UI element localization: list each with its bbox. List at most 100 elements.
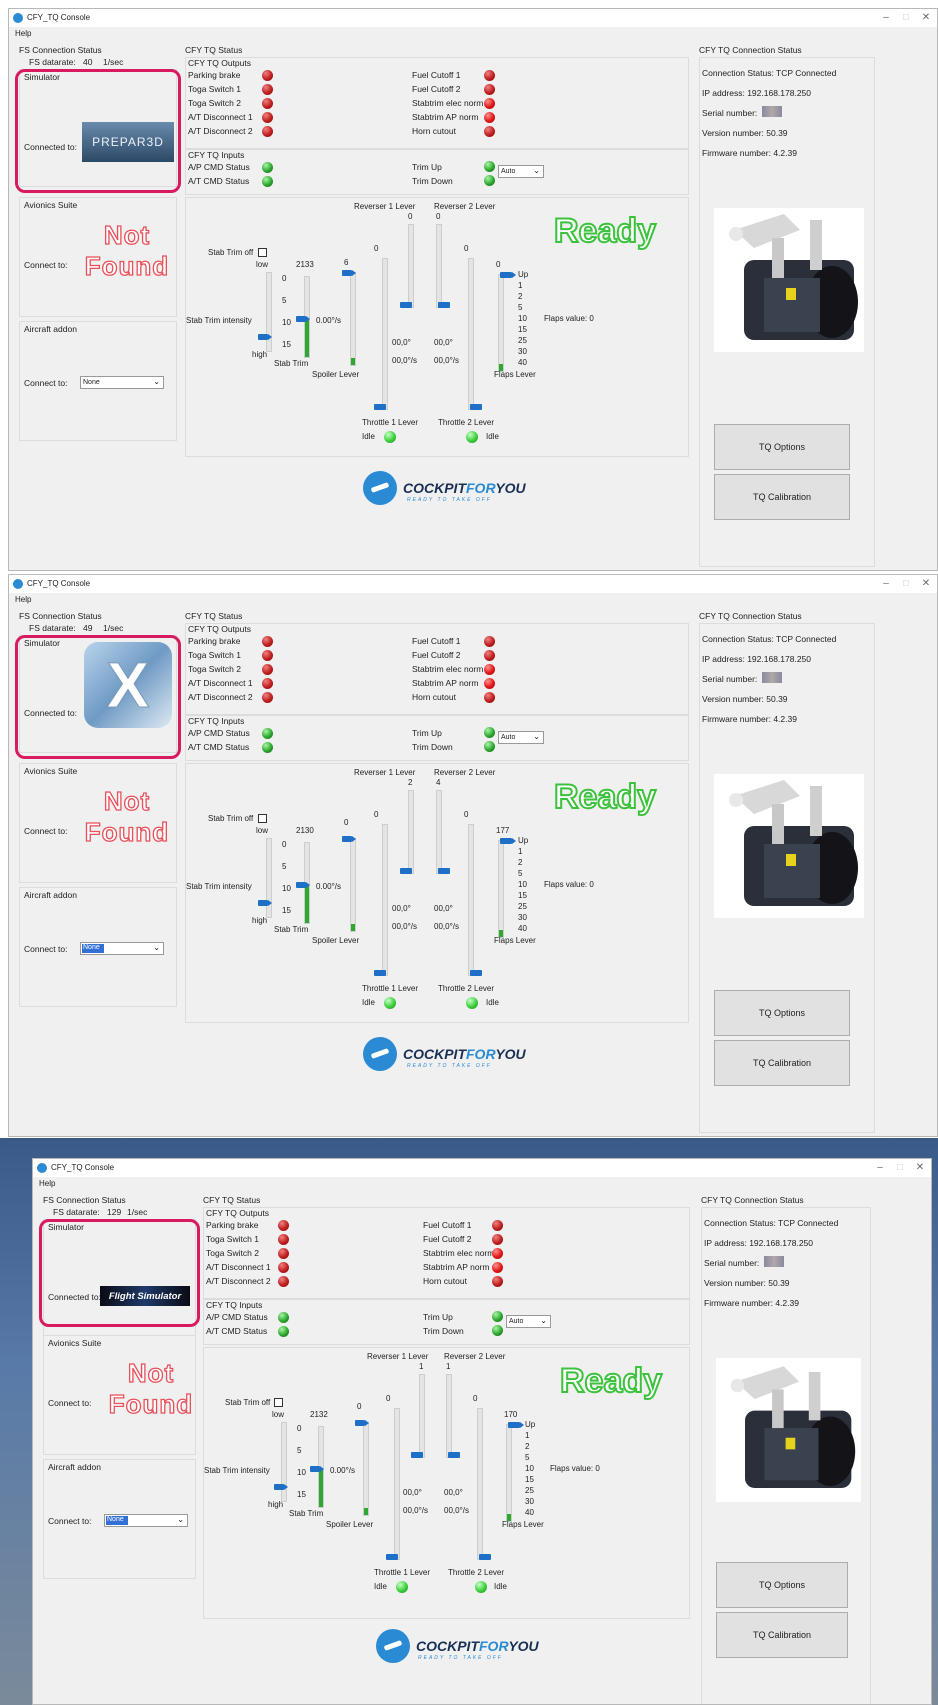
tq-calibration-button[interactable]: TQ Calibration xyxy=(714,474,850,520)
minimize-button[interactable]: – xyxy=(879,12,893,23)
throttle1-slider[interactable] xyxy=(382,824,388,976)
throttle1-rate: 00,0°/s xyxy=(392,356,417,365)
flaps-slider[interactable] xyxy=(498,274,504,372)
slider-thumb[interactable] xyxy=(274,1484,288,1490)
throttle1-rate: 00,0°/s xyxy=(403,1506,428,1515)
aircraft-connect-label: Connect to: xyxy=(24,944,68,954)
reverser2-slider[interactable] xyxy=(446,1374,452,1458)
chevron-down-icon: ⌄ xyxy=(153,377,160,386)
fs-datarate-label: FS datarate: xyxy=(29,623,76,633)
status-led xyxy=(262,162,273,173)
slider-thumb[interactable] xyxy=(400,868,412,874)
aircraft-select[interactable]: None ⌄ xyxy=(104,1514,188,1527)
reverser1-label: Reverser 1 Lever xyxy=(354,202,416,211)
reverser1-slider[interactable] xyxy=(408,224,414,308)
slider-thumb[interactable] xyxy=(411,1452,423,1458)
tq-inputs-group: CFY TQ Inputs A/P CMD Status A/T CMD Statu… xyxy=(185,715,689,761)
flaps-slider[interactable] xyxy=(498,840,504,938)
slider-thumb[interactable] xyxy=(310,1466,324,1472)
spoiler-slider[interactable] xyxy=(350,272,356,366)
stab-trim-off-label: Stab Trim off xyxy=(225,1398,271,1407)
maximize-button[interactable]: □ xyxy=(899,12,913,23)
idle-led xyxy=(466,997,478,1009)
flaps-slider[interactable] xyxy=(506,1424,512,1522)
trim-mode-select[interactable]: Auto ⌄ xyxy=(506,1315,551,1328)
maximize-button[interactable]: □ xyxy=(899,578,913,589)
slider-thumb[interactable] xyxy=(374,404,386,410)
flaps-tick: 40 xyxy=(518,358,527,367)
close-button[interactable]: ✕ xyxy=(913,1162,927,1173)
stab-trim-value: 2130 xyxy=(296,826,314,835)
menu-help[interactable]: Help xyxy=(15,29,31,38)
slider-thumb[interactable] xyxy=(258,334,272,340)
slider-thumb[interactable] xyxy=(500,838,516,844)
maximize-button[interactable]: □ xyxy=(893,1162,907,1173)
spoiler-slider[interactable] xyxy=(363,1422,369,1516)
slider-thumb[interactable] xyxy=(438,868,450,874)
close-button[interactable]: ✕ xyxy=(919,12,933,23)
tq-status-title: CFY TQ Status xyxy=(185,45,243,55)
throttle1-slider[interactable] xyxy=(382,258,388,410)
slider-thumb[interactable] xyxy=(342,270,356,276)
tq-options-button[interactable]: TQ Options xyxy=(716,1562,848,1608)
spoiler-label: Spoiler Lever xyxy=(312,370,360,379)
slider-thumb[interactable] xyxy=(400,302,412,308)
idle-led xyxy=(396,1581,408,1593)
status-led xyxy=(278,1262,289,1273)
slider-thumb[interactable] xyxy=(342,836,356,842)
slider-thumb[interactable] xyxy=(438,302,450,308)
aircraft-select[interactable]: None ⌄ xyxy=(80,942,164,955)
menu-help[interactable]: Help xyxy=(15,595,31,604)
reverser1-slider[interactable] xyxy=(419,1374,425,1458)
close-button[interactable]: ✕ xyxy=(919,578,933,589)
trim-mode-select[interactable]: Auto ⌄ xyxy=(498,165,544,178)
minimize-button[interactable]: – xyxy=(873,1162,887,1173)
slider-thumb[interactable] xyxy=(386,1554,398,1560)
minimize-button[interactable]: – xyxy=(879,578,893,589)
throttle1-angle: 00,0° xyxy=(392,904,411,913)
tq-options-button[interactable]: TQ Options xyxy=(714,990,850,1036)
slider-thumb[interactable] xyxy=(374,970,386,976)
throttle2-angle: 00,0° xyxy=(434,904,453,913)
slider-thumb[interactable] xyxy=(508,1422,524,1428)
tq-calibration-button[interactable]: TQ Calibration xyxy=(716,1612,848,1658)
aircraft-addon-group: Aircraft addon Connect to: None ⌄ xyxy=(43,1459,196,1579)
stab-trim-intensity-slider[interactable] xyxy=(281,1422,287,1502)
slider-thumb[interactable] xyxy=(470,404,482,410)
fs-datarate-value: 40 xyxy=(83,57,93,67)
reverser1-slider[interactable] xyxy=(408,790,414,874)
stab-trim-off-checkbox[interactable] xyxy=(274,1398,283,1407)
slider-thumb[interactable] xyxy=(296,316,310,322)
flaps-tick: 1 xyxy=(525,1431,530,1440)
reverser2-slider[interactable] xyxy=(436,224,442,308)
slider-thumb[interactable] xyxy=(355,1420,369,1426)
slider-thumb[interactable] xyxy=(448,1452,460,1458)
slider-thumb[interactable] xyxy=(479,1554,491,1560)
tq-calibration-button[interactable]: TQ Calibration xyxy=(714,1040,850,1086)
chevron-down-icon: ⌄ xyxy=(533,732,540,741)
throttle2-slider[interactable] xyxy=(468,258,474,410)
reverser2-label: Reverser 2 Lever xyxy=(434,768,496,777)
fs-datarate-unit: 1/sec xyxy=(103,57,124,67)
trim-mode-select[interactable]: Auto ⌄ xyxy=(498,731,544,744)
throttle2-slider[interactable] xyxy=(477,1408,483,1560)
throttle2-angle: 00,0° xyxy=(444,1488,463,1497)
slider-thumb[interactable] xyxy=(296,882,310,888)
stab-trim-intensity-slider[interactable] xyxy=(266,272,272,352)
menu-help[interactable]: Help xyxy=(39,1179,55,1188)
throttle2-slider[interactable] xyxy=(468,824,474,976)
slider-thumb[interactable] xyxy=(470,970,482,976)
status-led xyxy=(484,175,495,186)
tq-options-button[interactable]: TQ Options xyxy=(714,424,850,470)
throttle1-slider[interactable] xyxy=(394,1408,400,1560)
stab-trim-tick: 10 xyxy=(282,884,291,893)
aircraft-select[interactable]: None ⌄ xyxy=(80,376,164,389)
slider-thumb[interactable] xyxy=(500,272,516,278)
serial-number-redacted xyxy=(762,672,782,683)
stab-trim-off-checkbox[interactable] xyxy=(258,814,267,823)
slider-thumb[interactable] xyxy=(258,900,272,906)
stab-trim-intensity-slider[interactable] xyxy=(266,838,272,918)
stab-trim-off-checkbox[interactable] xyxy=(258,248,267,257)
spoiler-slider[interactable] xyxy=(350,838,356,932)
reverser2-slider[interactable] xyxy=(436,790,442,874)
